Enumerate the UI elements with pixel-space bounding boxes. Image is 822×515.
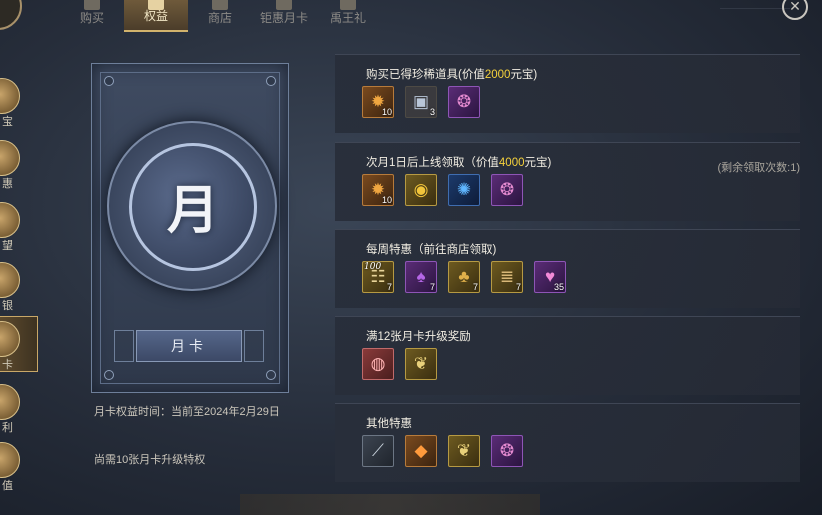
orange-token-icon: ◆: [414, 441, 428, 460]
tab-purchase[interactable]: 购买: [60, 0, 124, 32]
tab-shop[interactable]: 商店: [188, 0, 252, 32]
silver-blade-icon: ⟋: [372, 441, 384, 460]
reward-item[interactable]: ♣ 7: [448, 261, 480, 293]
reward-row-purchase: 购买已得珍稀道具(价值2000元宝) ✹ 10 ▣ 3 ❂: [335, 54, 800, 133]
pink-jade-icon: ◍: [370, 354, 386, 373]
side-nav-label: 值: [2, 480, 13, 492]
reward-item[interactable]: ◍: [362, 348, 394, 380]
reward-row-next-month: 次月1日后上线领取（价值4000元宝) (剩余领取次数:1) ✹ 10 ◉ ✺ ❂: [335, 142, 800, 221]
row-title: 购买已得珍稀道具(价值2000元宝): [366, 69, 538, 81]
close-icon: ✕: [789, 0, 801, 14]
reward-row-other: 其他特惠 ⟋ ◆ ❦ ❂: [335, 403, 800, 482]
shop-icon: [212, 0, 228, 10]
side-nav: 宝 惠 望 银 卡 利 值: [0, 0, 44, 515]
monthly-deal-icon: [276, 0, 292, 10]
purchase-icon: [84, 0, 100, 10]
gold-ingot-icon: ◉: [413, 180, 429, 199]
blue-orb-icon: ✺: [456, 180, 472, 199]
card-corner-dot: [104, 370, 114, 380]
reward-item[interactable]: ▣ 3: [405, 86, 437, 118]
card-corner-dot: [266, 76, 276, 86]
card-corner-dot: [104, 76, 114, 86]
reward-items: ☷ 100 7 ♠ 7 ♣ 7 ≣ 7 ♥ 35: [362, 261, 566, 293]
purple-pouch-icon: ❂: [456, 92, 472, 111]
side-nav-label: 利: [2, 422, 13, 434]
side-nav-deal-icon[interactable]: [0, 140, 20, 176]
background-hotbar: [240, 494, 540, 515]
reward-row-weekly: 每周特惠（前往商店领取) ☷ 100 7 ♠ 7 ♣ 7 ≣ 7 ♥ 35: [335, 229, 800, 308]
close-button[interactable]: ✕: [782, 0, 808, 20]
monthly-card-panel: 月 月卡: [91, 63, 289, 393]
reward-row-upgrade: 满12张月卡升级奖励 ◍ ❦: [335, 316, 800, 395]
reward-item[interactable]: ✺: [448, 174, 480, 206]
side-nav-label: 望: [2, 240, 13, 252]
top-decoration: [720, 8, 790, 33]
reward-item[interactable]: ✹ 10: [362, 86, 394, 118]
tab-monthly-deal[interactable]: 钜惠月卡: [252, 0, 316, 32]
upgrade-requirement-note: 尚需10张月卡升级特权: [94, 454, 206, 466]
side-nav-silver-icon[interactable]: [0, 262, 20, 298]
label-right-ornament: [244, 330, 264, 362]
reward-item[interactable]: ♠ 7: [405, 261, 437, 293]
reward-items: ◍ ❦: [362, 348, 437, 380]
reward-item[interactable]: ◉: [405, 174, 437, 206]
card-benefit-period: 月卡权益时间：当前至2024年2月29日: [94, 406, 280, 418]
reward-item[interactable]: ❦: [405, 348, 437, 380]
reward-item[interactable]: ✹ 10: [362, 174, 394, 206]
side-nav-treasure-icon[interactable]: [0, 78, 20, 114]
moon-emblem: 月: [107, 121, 277, 291]
gold-feather-icon: ❦: [413, 354, 429, 373]
reward-items: ✹ 10 ▣ 3 ❂: [362, 86, 480, 118]
reward-item[interactable]: ❂: [448, 86, 480, 118]
side-nav-label: 银: [2, 300, 13, 312]
reward-item[interactable]: ♥ 35: [534, 261, 566, 293]
label-left-ornament: [114, 330, 134, 362]
side-nav-hope-icon[interactable]: [0, 202, 20, 238]
emblem-ring: 月: [129, 143, 257, 271]
reward-items: ✹ 10 ◉ ✺ ❂: [362, 174, 523, 206]
reward-item[interactable]: ❂: [491, 174, 523, 206]
reward-item[interactable]: ◆: [405, 435, 437, 467]
reward-item[interactable]: ⟋: [362, 435, 394, 467]
reward-item[interactable]: ❦: [448, 435, 480, 467]
tab-benefits[interactable]: 权益: [124, 0, 188, 32]
emblem-character: 月: [166, 180, 220, 241]
top-tab-bar: 购买 权益 商店 钜惠月卡 禹王礼: [60, 0, 380, 32]
side-nav-top-emblem: [0, 0, 22, 30]
side-nav-label: 宝: [2, 116, 13, 128]
purple-pouch-icon: ❂: [499, 180, 515, 199]
side-nav-label: 惠: [2, 178, 13, 190]
gold-feather-icon: ❦: [456, 441, 472, 460]
side-nav-recharge-icon[interactable]: [0, 442, 20, 478]
row-title: 每周特惠（前往商店领取): [366, 244, 497, 256]
side-nav-label: 卡: [2, 359, 13, 371]
reward-item[interactable]: ❂: [491, 435, 523, 467]
reward-item[interactable]: ≣ 7: [491, 261, 523, 293]
reward-items: ⟋ ◆ ❦ ❂: [362, 435, 523, 467]
tab-yuwang-gift[interactable]: 禹王礼: [316, 0, 380, 32]
reward-item[interactable]: ☷ 100 7: [362, 261, 394, 293]
card-name-label: 月卡: [136, 330, 242, 362]
benefits-icon: [148, 0, 164, 10]
row-title: 其他特惠: [366, 418, 412, 430]
side-nav-benefit-icon[interactable]: [0, 384, 20, 420]
remaining-claims: (剩余领取次数:1): [717, 162, 801, 174]
row-title: 次月1日后上线领取（价值4000元宝): [366, 157, 552, 169]
card-corner-dot: [266, 370, 276, 380]
row-title: 满12张月卡升级奖励: [366, 331, 471, 343]
purple-pouch-icon: ❂: [499, 441, 515, 460]
gift-icon: [340, 0, 356, 10]
